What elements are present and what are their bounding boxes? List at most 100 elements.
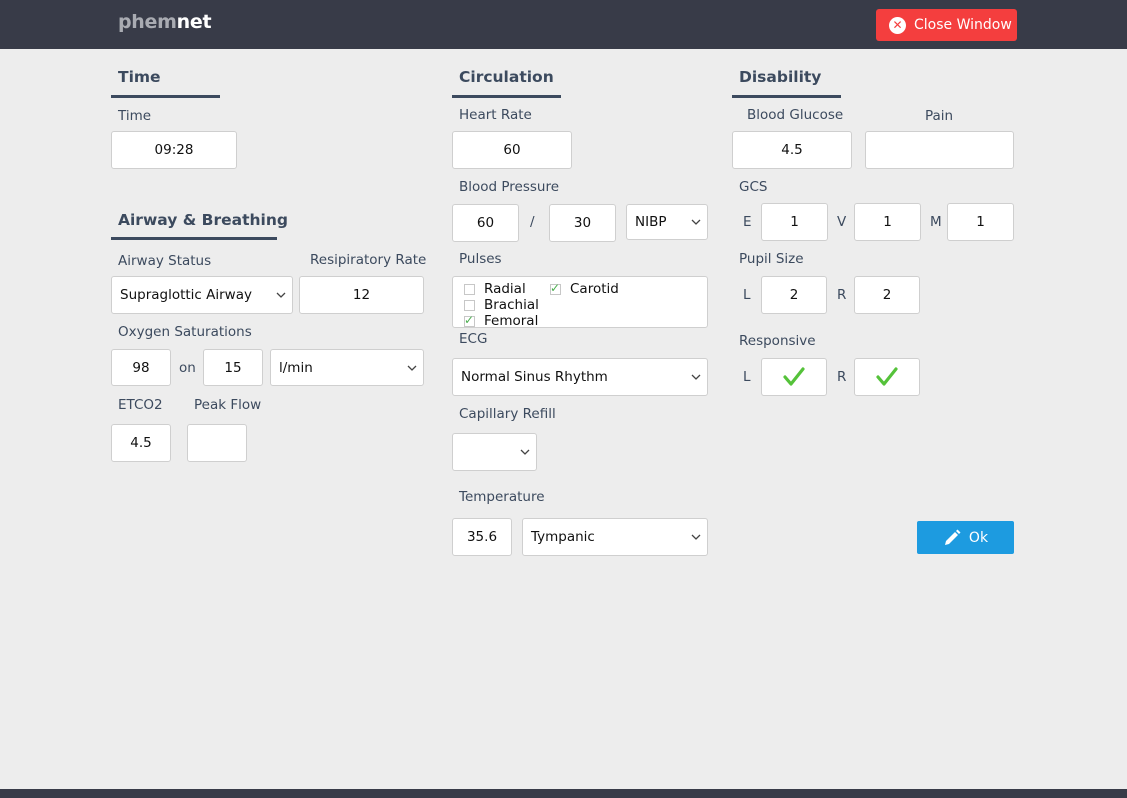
gcs-e-input[interactable]: 1: [761, 203, 828, 241]
section-underline-disability: [732, 95, 841, 98]
heart-rate-label: Heart Rate: [459, 107, 532, 123]
pulses-checklist: Radial ✓ Carotid Brachial ✓ Femoral: [452, 276, 708, 329]
checkmark-icon: [783, 367, 805, 386]
gcs-m-value: 1: [976, 214, 985, 230]
section-title-disability: Disability: [739, 68, 822, 86]
resp-rate-value: 12: [352, 287, 371, 303]
responsive-label: Responsive: [739, 333, 816, 349]
app-logo: phemnet: [118, 11, 212, 33]
chevron-down-icon: [691, 534, 701, 540]
bp-method-select[interactable]: NIBP: [626, 204, 708, 240]
oxygen-sat-value: 98: [132, 359, 150, 376]
pulse-femoral-label: Femoral: [484, 313, 539, 329]
close-icon: ✕: [889, 16, 906, 34]
pupil-left-value: 2: [789, 287, 799, 303]
cap-refill-select[interactable]: [452, 433, 537, 471]
bp-diastolic-value: 30: [573, 215, 592, 231]
gcs-v-input[interactable]: 1: [854, 203, 921, 241]
pupil-size-label: Pupil Size: [739, 251, 804, 267]
temperature-method-value: Tympanic: [531, 529, 595, 545]
pulse-radial-label: Radial: [484, 281, 526, 297]
temperature-method-select[interactable]: Tympanic: [522, 518, 708, 556]
logo-text-net: net: [176, 11, 212, 33]
airway-status-select[interactable]: Supraglottic Airway: [111, 276, 293, 314]
chevron-down-icon: [407, 365, 417, 371]
time-input[interactable]: 09:28: [111, 131, 237, 169]
chevron-down-icon: [276, 292, 286, 298]
pulse-carotid-label: Carotid: [570, 281, 619, 297]
heart-rate-input[interactable]: 60: [452, 131, 572, 169]
check-icon: ✓: [550, 281, 561, 295]
time-label: Time: [118, 108, 152, 124]
section-title-airway: Airway & Breathing: [118, 211, 288, 229]
oxygen-flow-value: 15: [224, 359, 242, 376]
pencil-icon: [944, 529, 961, 545]
oxygen-unit-value: l/min: [279, 359, 313, 376]
bp-separator: /: [530, 214, 535, 230]
temperature-input[interactable]: 35.6: [452, 518, 512, 556]
pulse-femoral-checkbox[interactable]: ✓: [464, 313, 475, 327]
section-title-circulation: Circulation: [459, 68, 554, 86]
gcs-v-value: 1: [883, 214, 892, 230]
airway-status-value: Supraglottic Airway: [120, 287, 252, 303]
section-title-time: Time: [118, 68, 161, 86]
temperature-value: 35.6: [466, 529, 498, 545]
pulses-label: Pulses: [459, 251, 502, 267]
peak-flow-label: Peak Flow: [194, 397, 262, 413]
bp-diastolic-input[interactable]: 30: [549, 204, 616, 242]
pulse-brachial-checkbox[interactable]: [464, 300, 475, 311]
section-underline-airway: [111, 237, 277, 240]
chevron-down-icon: [520, 449, 530, 455]
oxygen-unit-select[interactable]: l/min: [270, 349, 424, 386]
close-window-label: Close Window: [914, 17, 1012, 33]
pain-input[interactable]: [865, 131, 1014, 169]
peak-flow-input[interactable]: [187, 424, 247, 462]
ok-button[interactable]: Ok: [917, 521, 1014, 554]
close-window-button[interactable]: ✕ Close Window: [876, 9, 1017, 41]
bp-method-value: NIBP: [635, 214, 667, 230]
etco2-input[interactable]: 4.5: [111, 424, 171, 462]
bottom-bar: [0, 789, 1127, 798]
gcs-m-input[interactable]: 1: [947, 203, 1014, 241]
bp-systolic-value: 60: [476, 215, 495, 231]
oxygen-sat-label: Oxygen Saturations: [118, 324, 252, 340]
gcs-m-label: M: [930, 214, 942, 230]
responsive-right-toggle[interactable]: [854, 358, 920, 396]
pupil-r-label: R: [837, 287, 847, 303]
on-label: on: [179, 360, 196, 376]
section-underline-time: [111, 95, 220, 98]
ok-label: Ok: [968, 529, 989, 546]
etco2-value: 4.5: [130, 435, 152, 451]
section-underline-circulation: [452, 95, 561, 98]
resp-rate-input[interactable]: 12: [299, 276, 424, 314]
logo-text-phem: phem: [118, 11, 177, 33]
pulse-carotid-checkbox[interactable]: ✓: [550, 281, 561, 295]
oxygen-sat-input[interactable]: 98: [111, 349, 171, 386]
heart-rate-value: 60: [503, 142, 521, 158]
responsive-r-label: R: [837, 369, 847, 385]
time-value: 09:28: [154, 142, 194, 158]
pulse-brachial-label: Brachial: [484, 297, 539, 313]
chevron-down-icon: [691, 219, 701, 225]
cap-refill-label: Capillary Refill: [459, 406, 556, 422]
ecg-value: Normal Sinus Rhythm: [461, 369, 608, 385]
gcs-label: GCS: [739, 179, 768, 195]
pulse-radial-checkbox[interactable]: [464, 284, 475, 295]
check-icon: ✓: [464, 313, 475, 327]
bp-systolic-input[interactable]: 60: [452, 204, 519, 242]
temperature-label: Temperature: [459, 489, 545, 505]
etco2-label: ETCO2: [118, 397, 163, 413]
pupil-l-label: L: [743, 287, 751, 303]
responsive-left-toggle[interactable]: [761, 358, 827, 396]
pupil-left-input[interactable]: 2: [761, 276, 827, 314]
pain-label: Pain: [925, 108, 954, 124]
ecg-select[interactable]: Normal Sinus Rhythm: [452, 358, 708, 396]
blood-glucose-value: 4.5: [781, 142, 803, 158]
pupil-right-value: 2: [882, 287, 892, 303]
blood-pressure-label: Blood Pressure: [459, 179, 560, 195]
checkmark-icon: [876, 367, 898, 386]
oxygen-flow-input[interactable]: 15: [203, 349, 263, 386]
blood-glucose-input[interactable]: 4.5: [732, 131, 852, 169]
pupil-right-input[interactable]: 2: [854, 276, 920, 314]
gcs-e-label: E: [743, 214, 752, 230]
